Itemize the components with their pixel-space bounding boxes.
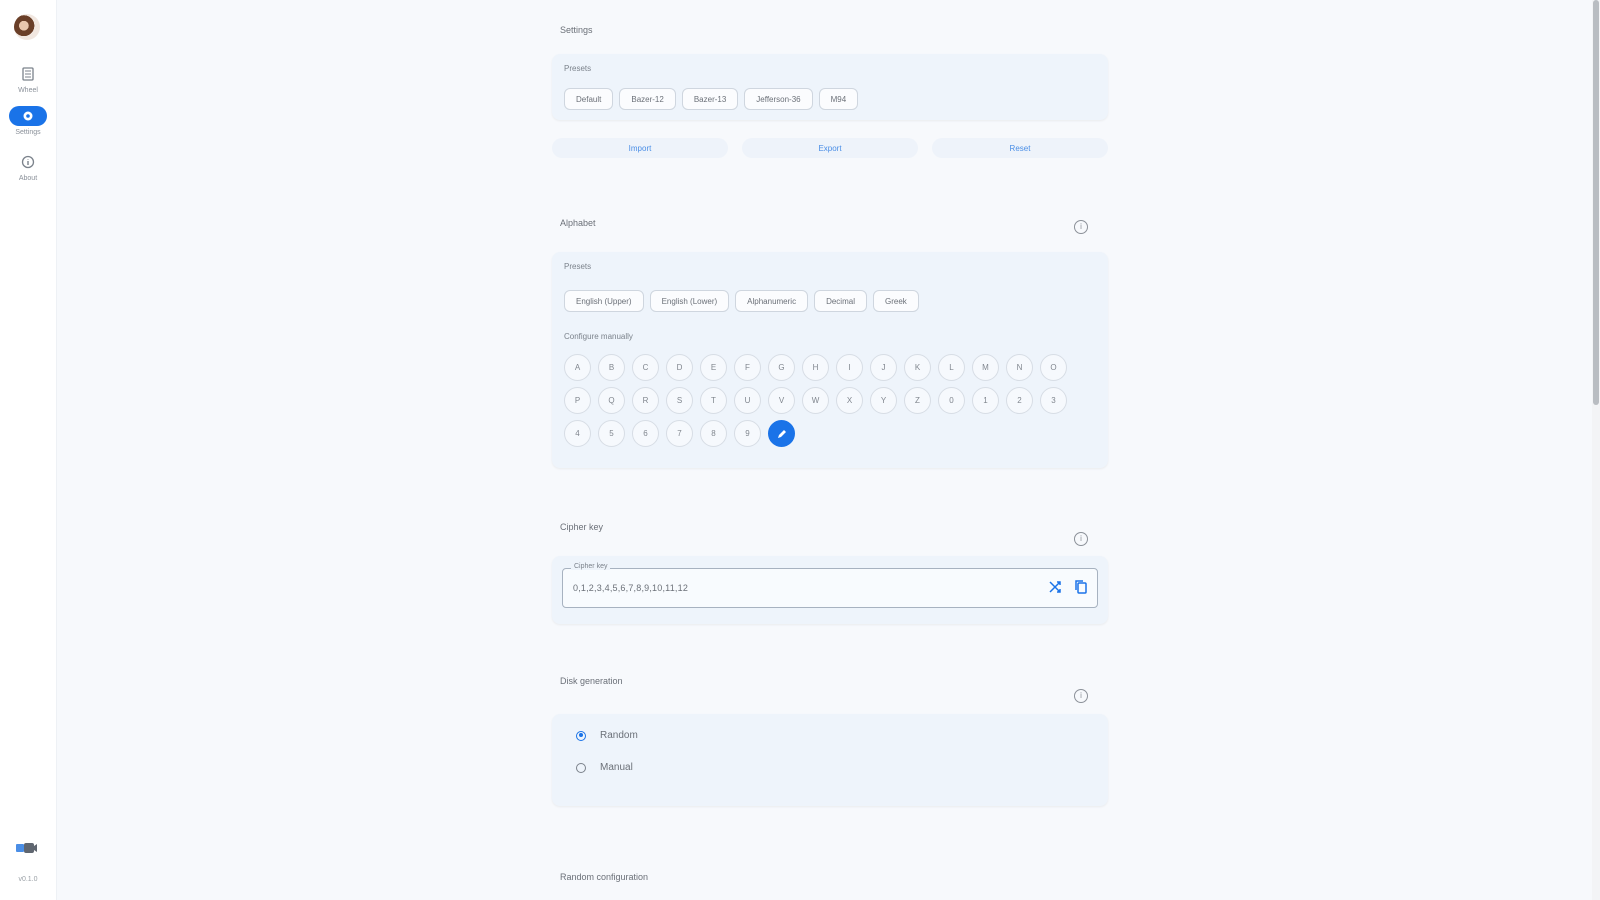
letter-chip[interactable]: 8: [700, 420, 727, 447]
alphabet-preset-chips: English (Upper) English (Lower) Alphanum…: [564, 290, 919, 312]
preset-chip[interactable]: M94: [818, 88, 859, 110]
letter-chip[interactable]: E: [700, 354, 727, 381]
letter-chip[interactable]: S: [666, 387, 693, 414]
letter-chip[interactable]: Z: [904, 387, 931, 414]
letter-chip[interactable]: L: [938, 354, 965, 381]
letter-chip[interactable]: X: [836, 387, 863, 414]
export-button[interactable]: Export: [742, 138, 918, 158]
wheel-icon: [9, 64, 47, 84]
letter-chip[interactable]: Y: [870, 387, 897, 414]
letter-chip[interactable]: 5: [598, 420, 625, 447]
letter-chip[interactable]: G: [768, 354, 795, 381]
alphabet-card: Presets English (Upper) English (Lower) …: [552, 252, 1108, 468]
letter-chip[interactable]: 1: [972, 387, 999, 414]
alphabet-preset-chip[interactable]: Alphanumeric: [735, 290, 809, 312]
theme-toggle-icon[interactable]: [16, 842, 38, 856]
disk-generation-info-icon[interactable]: i: [1074, 689, 1088, 703]
nav-item-about[interactable]: About: [0, 152, 56, 182]
alphabet-info-icon[interactable]: i: [1074, 220, 1088, 234]
letter-chip[interactable]: R: [632, 387, 659, 414]
letter-chip[interactable]: T: [700, 387, 727, 414]
nav-item-wheel[interactable]: Wheel: [0, 64, 56, 94]
radio-option-random[interactable]: Random: [576, 730, 638, 741]
reset-button[interactable]: Reset: [932, 138, 1108, 158]
letter-chip[interactable]: W: [802, 387, 829, 414]
letter-chip[interactable]: D: [666, 354, 693, 381]
settings-actions: Import Export Reset: [552, 138, 1108, 158]
letter-chip[interactable]: V: [768, 387, 795, 414]
sidebar: Wheel Settings About v0.1.0: [0, 0, 57, 900]
settings-preset-chips: Default Bazer-12 Bazer-13 Jefferson-36 M…: [564, 88, 859, 110]
letter-chip[interactable]: Q: [598, 387, 625, 414]
copy-icon[interactable]: [1073, 579, 1089, 597]
configure-manually-label: Configure manually: [564, 332, 633, 341]
preset-chip[interactable]: Bazer-13: [681, 88, 739, 110]
settings-icon: [9, 106, 47, 126]
alphabet-letters: A B C D E F G H I J K L M N O P Q R S T …: [564, 354, 1100, 447]
about-icon: [9, 152, 47, 172]
letter-chip[interactable]: A: [564, 354, 591, 381]
cipher-key-value[interactable]: 0,1,2,3,4,5,6,7,8,9,10,11,12: [573, 583, 688, 593]
alphabet-preset-chip[interactable]: Greek: [872, 290, 919, 312]
random-configuration-title: Random configuration: [560, 872, 649, 882]
letter-chip[interactable]: J: [870, 354, 897, 381]
import-button[interactable]: Import: [552, 138, 728, 158]
preset-chip[interactable]: Default: [564, 88, 614, 110]
letter-chip[interactable]: O: [1040, 354, 1067, 381]
letter-chip[interactable]: B: [598, 354, 625, 381]
letter-chip[interactable]: K: [904, 354, 931, 381]
letter-chip[interactable]: P: [564, 387, 591, 414]
settings-title: Settings: [560, 25, 593, 35]
cipher-key-card: Cipher key 0,1,2,3,4,5,6,7,8,9,10,11,12: [552, 556, 1108, 624]
nav-item-settings[interactable]: Settings: [0, 106, 56, 136]
page-scrollbar[interactable]: [1592, 0, 1600, 900]
settings-presets-card: Presets Default Bazer-12 Bazer-13 Jeffer…: [552, 54, 1108, 120]
disk-generation-card: Random Manual: [552, 714, 1108, 806]
alphabet-preset-chip[interactable]: English (Lower): [649, 290, 730, 312]
nav-label-settings: Settings: [15, 129, 41, 136]
settings-presets-label: Presets: [564, 64, 592, 73]
nav-label-about: About: [18, 175, 38, 182]
letter-chip[interactable]: U: [734, 387, 761, 414]
pencil-icon: [777, 429, 786, 438]
radio-option-manual[interactable]: Manual: [576, 762, 633, 773]
cipher-key-title: Cipher key: [560, 522, 604, 532]
radio-label: Manual: [600, 762, 633, 773]
alphabet-preset-chip[interactable]: Decimal: [814, 290, 867, 312]
radio-button[interactable]: [576, 730, 586, 741]
letter-chip[interactable]: I: [836, 354, 863, 381]
preset-chip[interactable]: Bazer-12: [619, 88, 676, 110]
edit-alphabet-button[interactable]: [768, 420, 795, 447]
letter-chip[interactable]: M: [972, 354, 999, 381]
alphabet-preset-chip[interactable]: English (Upper): [564, 290, 644, 312]
shuffle-icon[interactable]: [1047, 579, 1063, 597]
app-version: v0.1.0: [18, 876, 38, 883]
cipher-key-field-label: Cipher key: [571, 563, 611, 570]
letter-chip[interactable]: H: [802, 354, 829, 381]
letter-chip[interactable]: 0: [938, 387, 965, 414]
radio-label: Random: [600, 730, 638, 741]
alphabet-presets-label: Presets: [564, 262, 592, 271]
avatar[interactable]: [14, 14, 40, 40]
cipher-key-info-icon[interactable]: i: [1074, 532, 1088, 546]
letter-chip[interactable]: 2: [1006, 387, 1033, 414]
nav-label-wheel: Wheel: [18, 87, 38, 94]
alphabet-title: Alphabet: [560, 218, 596, 228]
letter-chip[interactable]: 7: [666, 420, 693, 447]
letter-chip[interactable]: 9: [734, 420, 761, 447]
letter-chip[interactable]: N: [1006, 354, 1033, 381]
letter-chip[interactable]: C: [632, 354, 659, 381]
letter-chip[interactable]: 6: [632, 420, 659, 447]
preset-chip[interactable]: Jefferson-36: [744, 88, 813, 110]
scrollbar-thumb[interactable]: [1593, 0, 1599, 405]
disk-generation-title: Disk generation: [560, 676, 623, 686]
letter-chip[interactable]: F: [734, 354, 761, 381]
cipher-key-field[interactable]: Cipher key 0,1,2,3,4,5,6,7,8,9,10,11,12: [562, 563, 1098, 608]
letter-chip[interactable]: 4: [564, 420, 591, 447]
radio-button[interactable]: [576, 762, 586, 773]
letter-chip[interactable]: 3: [1040, 387, 1067, 414]
